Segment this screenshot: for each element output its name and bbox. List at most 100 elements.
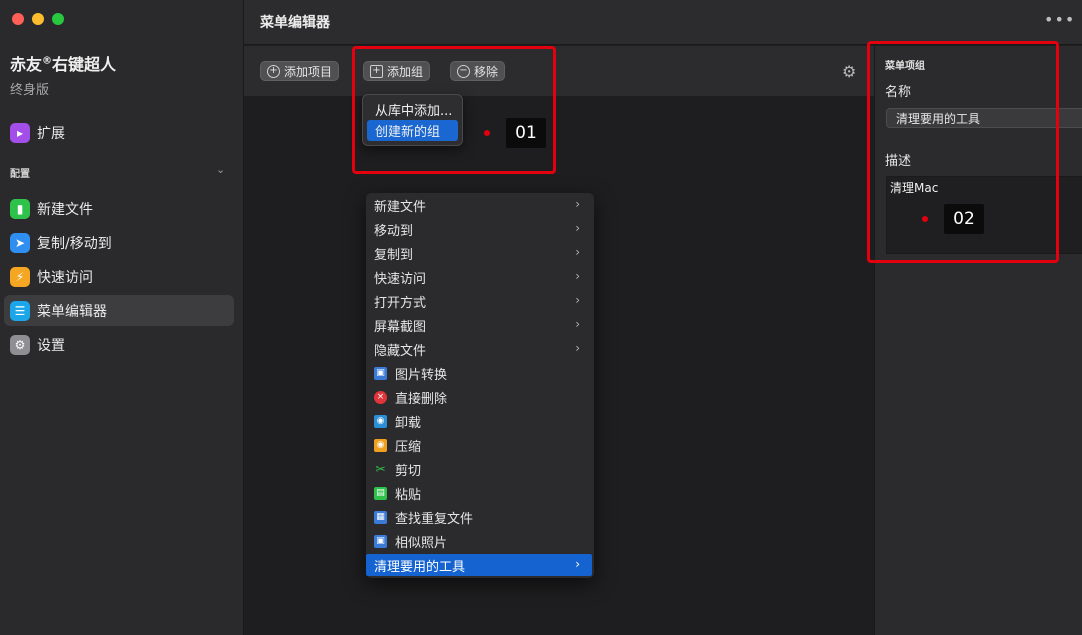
menu-item-new-file[interactable]: 新建文件 › [366, 194, 592, 216]
editor-toolbar: + 添加项目 + 添加组 − 移除 ⚙ [244, 46, 874, 96]
menu-item-label: 快速访问 [374, 271, 427, 287]
add-group-dropdown: 从库中添加... 创建新的组 [362, 94, 463, 146]
menu-item-compress[interactable]: ◉ 压缩 [366, 434, 592, 456]
menu-item-label: 直接删除 [395, 391, 448, 407]
sidebar-item-label: 复制/移动到 [37, 235, 112, 252]
sidebar-item-new-file[interactable]: ▮ 新建文件 [4, 193, 234, 224]
gear-icon[interactable]: ⚙ [842, 62, 856, 81]
menu-item-label: 图片转换 [395, 367, 448, 383]
list-icon: ☰ [10, 300, 30, 321]
page-title: 菜单编辑器 [260, 15, 330, 31]
menu-item-cleanup-tools[interactable]: 清理要用的工具 › [366, 554, 592, 576]
add-group-icon: + [370, 64, 383, 78]
sidebar-item-label: 设置 [37, 337, 65, 354]
gear-icon: ⚙ [10, 334, 30, 355]
remove-button[interactable]: − 移除 [450, 61, 506, 81]
compress-icon: ◉ [374, 438, 387, 452]
sidebar-item-extensions[interactable]: ▸ 扩展 [4, 117, 234, 148]
menu-item-hidden-files[interactable]: 隐藏文件 › [366, 338, 592, 360]
menu-item-similar-photos[interactable]: ▣ 相似照片 [366, 530, 592, 552]
marker-label: 02 [944, 204, 984, 234]
sidebar-item-quick-access[interactable]: ⚡ 快速访问 [4, 261, 234, 292]
name-label: 名称 [885, 85, 912, 100]
add-item-button[interactable]: + 添加项目 [260, 61, 340, 81]
menu-item-quick-access[interactable]: 快速访问 › [366, 266, 592, 288]
config-section-label: 配置 [10, 169, 30, 180]
menu-item-label: 新建文件 [374, 199, 427, 215]
menu-item-uninstall[interactable]: ◉ 卸载 [366, 410, 592, 432]
remove-label: 移除 [474, 64, 499, 79]
extension-icon: ▸ [10, 122, 30, 143]
create-new-group-item[interactable]: 创建新的组 [367, 120, 458, 141]
menu-item-image-convert[interactable]: ▣ 图片转换 [366, 362, 592, 384]
menu-item-copy-to[interactable]: 复制到 › [366, 242, 592, 264]
menu-item-label: 隐藏文件 [374, 343, 427, 359]
paste-icon: ▤ [374, 486, 387, 500]
more-options-icon[interactable]: ••• [1044, 10, 1075, 29]
menu-item-label: 粘贴 [395, 487, 422, 503]
scissors-icon: ✂ [375, 462, 386, 476]
chevron-right-icon: › [575, 197, 580, 211]
chevron-down-icon[interactable]: ⌄ [216, 163, 225, 176]
menu-item-label: 查找重复文件 [395, 511, 474, 527]
add-group-button[interactable]: + 添加组 [363, 61, 431, 81]
chevron-right-icon: › [575, 341, 580, 355]
menu-item-label: 剪切 [395, 463, 422, 479]
add-group-label: 添加组 [387, 64, 424, 79]
menu-item-open-with[interactable]: 打开方式 › [366, 290, 592, 312]
inspector-heading: 菜单项组 [885, 61, 925, 72]
chevron-right-icon: › [575, 221, 580, 235]
sidebar-item-copy-move[interactable]: ➤ 复制/移动到 [4, 227, 234, 258]
title-bar: 菜单编辑器 ••• [244, 0, 1082, 45]
menu-item-label: 相似照片 [395, 535, 448, 551]
plus-circle-icon: + [267, 64, 280, 78]
annotation-marker-01: 01 [484, 118, 546, 148]
chevron-right-icon: › [575, 293, 580, 307]
marker-label: 01 [506, 118, 546, 148]
close-window-button[interactable] [12, 13, 24, 25]
new-file-icon: ▮ [10, 198, 30, 219]
description-field[interactable]: 清理Mac [886, 176, 1082, 254]
menu-item-label: 打开方式 [374, 295, 427, 311]
chevron-right-icon: › [575, 245, 580, 259]
sidebar-item-settings[interactable]: ⚙ 设置 [4, 329, 234, 360]
app-edition: 终身版 [10, 83, 50, 98]
menu-item-paste[interactable]: ▤ 粘贴 [366, 482, 592, 504]
context-menu-preview: 新建文件 › 移动到 › 复制到 › 快速访问 › 打开方式 › 屏幕截图 › … [366, 193, 594, 578]
zoom-window-button[interactable] [52, 13, 64, 25]
lightning-icon: ⚡ [10, 266, 30, 287]
menu-item-label: 清理要用的工具 [374, 559, 466, 575]
menu-item-delete[interactable]: × 直接删除 [366, 386, 592, 408]
group-name-field[interactable]: 清理要用的工具 [886, 108, 1082, 128]
sidebar-item-label: 新建文件 [37, 201, 93, 218]
sidebar-item-label: 扩展 [37, 125, 65, 142]
menu-item-move-to[interactable]: 移动到 › [366, 218, 592, 240]
menu-item-label: 移动到 [374, 223, 414, 239]
duplicate-icon: ▦ [374, 510, 387, 524]
menu-item-label: 复制到 [374, 247, 414, 263]
add-from-library-item[interactable]: 从库中添加... [367, 99, 458, 120]
chevron-right-icon: › [575, 269, 580, 283]
marker-dot [922, 216, 928, 222]
menu-item-label: 屏幕截图 [374, 319, 427, 335]
minimize-window-button[interactable] [32, 13, 44, 25]
app-name: 赤友®右键超人 [10, 55, 117, 74]
sidebar-item-menu-editor[interactable]: ☰ 菜单编辑器 [4, 295, 234, 326]
minus-circle-icon: − [457, 64, 470, 78]
inspector-panel: 菜单项组 名称 清理要用的工具 描述 清理Mac [874, 46, 1082, 635]
send-icon: ➤ [10, 232, 30, 253]
sidebar: 赤友®右键超人 终身版 ▸ 扩展 配置 ⌄ ▮ 新建文件 ➤ 复制/移动到 ⚡ … [0, 0, 244, 635]
chevron-right-icon: › [575, 557, 580, 571]
photo-icon: ▣ [374, 534, 387, 548]
chevron-right-icon: › [575, 317, 580, 331]
sidebar-item-label: 快速访问 [37, 269, 93, 286]
annotation-marker-02: 02 [922, 204, 984, 234]
menu-item-cut[interactable]: ✂ 剪切 [366, 458, 592, 480]
add-item-label: 添加项目 [284, 64, 333, 79]
uninstall-icon: ◉ [374, 414, 387, 428]
menu-item-label: 压缩 [395, 439, 422, 455]
menu-item-screenshot[interactable]: 屏幕截图 › [366, 314, 592, 336]
sidebar-item-label: 菜单编辑器 [37, 303, 107, 320]
menu-item-find-duplicates[interactable]: ▦ 查找重复文件 [366, 506, 592, 528]
window-controls [12, 13, 64, 25]
